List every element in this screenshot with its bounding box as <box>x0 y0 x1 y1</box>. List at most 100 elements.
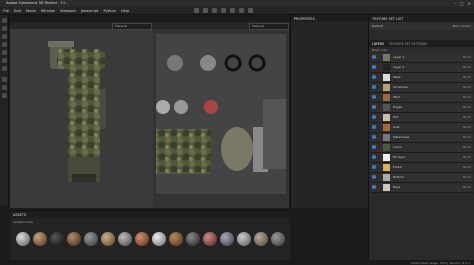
menu-file[interactable]: File <box>3 9 9 13</box>
close-button[interactable]: ✕ <box>468 1 471 6</box>
main-shader-button[interactable]: Main shader <box>453 24 471 28</box>
visibility-eye-icon[interactable] <box>372 125 376 129</box>
layer-blend[interactable]: Norm <box>463 85 471 89</box>
layer-blend[interactable]: Norm <box>463 135 471 139</box>
blend-channel-select[interactable]: Base color <box>372 48 388 52</box>
menu-viewport[interactable]: Viewport <box>60 9 76 13</box>
material-thumbnail[interactable] <box>169 232 183 246</box>
visibility-eye-icon[interactable] <box>372 165 376 169</box>
picker-icon[interactable] <box>2 66 7 71</box>
menu-window[interactable]: Window <box>41 9 55 13</box>
layer-blend[interactable]: Norm <box>463 75 471 79</box>
assets-filter[interactable]: All Resources <box>13 220 33 224</box>
visibility-eye-icon[interactable] <box>372 105 376 109</box>
texture-set-item[interactable]: Default <box>372 24 383 28</box>
material-thumbnail[interactable] <box>50 232 64 246</box>
material-thumbnail[interactable] <box>220 232 234 246</box>
layer-blend[interactable]: Norm <box>463 105 471 109</box>
layer-blend[interactable]: Norm <box>463 145 471 149</box>
viewport-2d[interactable]: Material <box>153 22 289 208</box>
toolbar-icon-2[interactable] <box>203 8 208 13</box>
polygon-fill-icon[interactable] <box>2 42 7 47</box>
layer-row[interactable]: Scratches Norm <box>371 83 473 93</box>
visibility-eye-icon[interactable] <box>372 55 376 59</box>
visibility-eye-icon[interactable] <box>372 85 376 89</box>
visibility-eye-icon[interactable] <box>372 145 376 149</box>
menu-edit[interactable]: Edit <box>14 9 21 13</box>
layer-blend[interactable]: Norm <box>463 95 471 99</box>
layer-name: Edges <box>393 105 403 109</box>
settings-icon[interactable] <box>2 93 7 98</box>
render-icon[interactable] <box>2 85 7 90</box>
material-thumbnail[interactable] <box>237 232 251 246</box>
visibility-eye-icon[interactable] <box>372 175 376 179</box>
toolbar-icon-7[interactable] <box>248 8 253 13</box>
material-thumbnail[interactable] <box>16 232 30 246</box>
layer-row[interactable]: Mask Norm <box>371 73 473 83</box>
properties-title: PROPERTIES <box>291 15 368 22</box>
toolbar-icon-3[interactable] <box>212 8 217 13</box>
paint-brush-icon[interactable] <box>2 18 7 23</box>
smudge-icon[interactable] <box>2 50 7 55</box>
toolbar-icon-5[interactable] <box>230 8 235 13</box>
visibility-eye-icon[interactable] <box>372 185 376 189</box>
visibility-eye-icon[interactable] <box>372 65 376 69</box>
projection-icon[interactable] <box>2 34 7 39</box>
layer-row[interactable]: Rust Norm <box>371 123 473 133</box>
viewport-2d-material-select[interactable]: Material <box>249 23 289 30</box>
material-thumbnail[interactable] <box>203 232 217 246</box>
material-thumbnail[interactable] <box>84 232 98 246</box>
menu-help[interactable]: Help <box>121 9 129 13</box>
layer-blend[interactable]: Norm <box>463 125 471 129</box>
material-thumbnail[interactable] <box>271 232 285 246</box>
material-thumbnail[interactable] <box>118 232 132 246</box>
viewport-3d[interactable]: Material <box>10 22 153 208</box>
minimize-button[interactable]: – <box>454 1 456 6</box>
layer-name: Dirt <box>393 115 399 119</box>
layer-row[interactable]: Base Norm <box>371 183 473 193</box>
visibility-eye-icon[interactable] <box>372 115 376 119</box>
layer-blend[interactable]: Norm <box>463 165 471 169</box>
viewport-3d-material-select[interactable]: Material <box>112 23 152 30</box>
material-thumbnail[interactable] <box>152 232 166 246</box>
material-thumbnail[interactable] <box>33 232 47 246</box>
layer-row[interactable]: Paint Norm <box>371 93 473 103</box>
layer-row[interactable]: Edges Norm <box>371 103 473 113</box>
toolbar-icon-4[interactable] <box>221 8 226 13</box>
material-thumbnail[interactable] <box>101 232 115 246</box>
layer-blend[interactable]: Norm <box>463 65 471 69</box>
material-thumbnail[interactable] <box>135 232 149 246</box>
layer-blend[interactable]: Norm <box>463 155 471 159</box>
layer-row[interactable]: Layer 1 Norm <box>371 53 473 63</box>
menu-javascript[interactable]: Javascript <box>81 9 99 13</box>
layer-row[interactable]: Fill layer Norm <box>371 153 473 163</box>
material-thumbnail[interactable] <box>186 232 200 246</box>
layer-blend[interactable]: Norm <box>463 115 471 119</box>
layers-tab[interactable]: LAYERS <box>372 42 384 46</box>
visibility-eye-icon[interactable] <box>372 155 376 159</box>
layer-thumbnail <box>383 174 390 181</box>
visibility-eye-icon[interactable] <box>372 75 376 79</box>
visibility-eye-icon[interactable] <box>372 135 376 139</box>
layer-row[interactable]: Bottom Norm <box>371 173 473 183</box>
toolbar-icon-6[interactable] <box>239 8 244 13</box>
texture-set-settings-tab[interactable]: TEXTURE SET SETTINGS <box>389 42 427 46</box>
layer-row[interactable]: Metal base Norm <box>371 133 473 143</box>
layer-row[interactable]: Camo Norm <box>371 143 473 153</box>
visibility-eye-icon[interactable] <box>372 95 376 99</box>
material-thumbnail[interactable] <box>254 232 268 246</box>
layer-blend[interactable]: Norm <box>463 175 471 179</box>
maximize-button[interactable]: □ <box>460 1 464 6</box>
bake-icon[interactable] <box>2 77 7 82</box>
clone-icon[interactable] <box>2 58 7 63</box>
layer-row[interactable]: Folder Norm <box>371 163 473 173</box>
material-thumbnail[interactable] <box>67 232 81 246</box>
layer-blend[interactable]: Norm <box>463 185 471 189</box>
layer-blend[interactable]: Norm <box>463 55 471 59</box>
toolbar-icon-1[interactable] <box>194 8 199 13</box>
menu-python[interactable]: Python <box>103 9 115 13</box>
menu-mode[interactable]: Mode <box>26 9 36 13</box>
layer-row[interactable]: Layer 2 Norm <box>371 63 473 73</box>
layer-row[interactable]: Dirt Norm <box>371 113 473 123</box>
eraser-icon[interactable] <box>2 26 7 31</box>
